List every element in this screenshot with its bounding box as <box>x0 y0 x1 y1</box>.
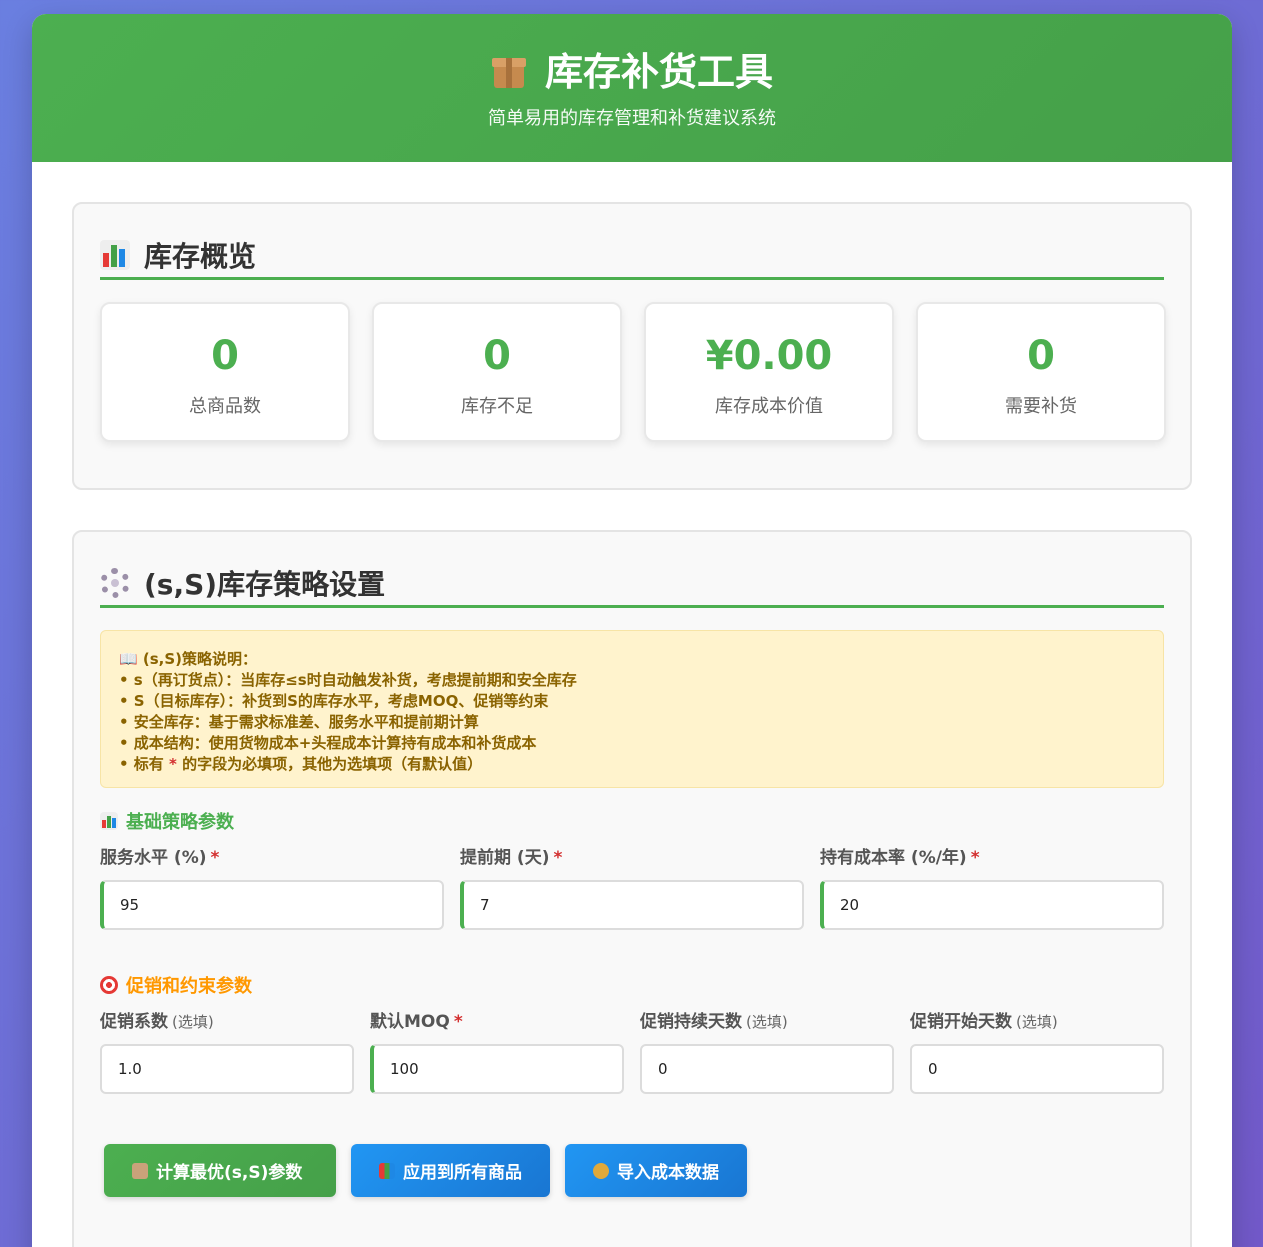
moq-input[interactable] <box>370 1044 624 1094</box>
overview-title: 库存概览 <box>100 232 1164 280</box>
promo-params-row: 促销系数(选填) 默认MOQ* 促销持续天数(选填) 促销开始天数(选填) <box>100 1010 1164 1094</box>
target-icon <box>100 976 118 994</box>
moq-field: 默认MOQ * <box>370 1010 624 1094</box>
promo-factor-label: 促销系数 (选填) <box>100 1010 354 1034</box>
promo-params-title: 促销和约束参数 <box>126 976 252 997</box>
stat-card-inventory-value: ¥0.00 库存成本价值 <box>644 302 894 442</box>
app-title-text: 库存补货工具 <box>544 50 773 94</box>
moq-label: 默认MOQ * <box>370 1010 624 1034</box>
stat-label: 需要补货 <box>1005 396 1077 417</box>
calculate-params-button[interactable]: 计算最优(s,S)参数 <box>104 1144 336 1197</box>
note-line: • 安全库存：基于需求标准差、服务水平和提前期计算 <box>119 713 479 731</box>
note-line: • 成本结构：使用货物成本+头程成本计算持有成本和补货成本 <box>119 734 537 752</box>
stat-card-total-products: 0 总商品数 <box>100 302 350 442</box>
promo-duration-field: 促销持续天数 (选填) <box>640 1010 894 1094</box>
stat-label: 库存不足 <box>461 396 533 417</box>
holding-cost-input[interactable] <box>820 880 1164 930</box>
stat-card-needs-restock: 0 需要补货 <box>916 302 1166 442</box>
basic-params-heading: 基础策略参数 <box>100 808 234 834</box>
promo-params-heading: 促销和约束参数 <box>100 972 252 998</box>
gear-icon <box>100 567 130 598</box>
service-level-input[interactable] <box>100 880 444 930</box>
money-bag-icon <box>593 1162 609 1179</box>
required-star: * <box>169 755 177 773</box>
stat-value: 0 <box>483 333 511 379</box>
strategy-title-text: (s,S)库存策略设置 <box>144 567 386 601</box>
promo-duration-label: 促销持续天数 (选填) <box>640 1010 894 1034</box>
app-title: 库存补货工具 <box>32 48 1232 96</box>
stat-label: 总商品数 <box>189 396 261 417</box>
stats-row: 0 总商品数 0 库存不足 ¥0.00 库存成本价值 0 需要补货 <box>100 302 1166 442</box>
basic-params-title: 基础策略参数 <box>126 812 234 833</box>
lead-time-label: 提前期 (天) * <box>460 846 804 870</box>
stat-label: 库存成本价值 <box>715 396 823 417</box>
lead-time-input[interactable] <box>460 880 804 930</box>
promo-start-label: 促销开始天数 (选填) <box>910 1010 1164 1034</box>
stat-value: 0 <box>211 333 239 379</box>
lead-time-field: 提前期 (天) * <box>460 846 804 930</box>
promo-start-input[interactable] <box>910 1044 1164 1094</box>
promo-start-field: 促销开始天数 (选填) <box>910 1010 1164 1094</box>
stat-value: 0 <box>1027 333 1055 379</box>
required-star: * <box>970 848 980 868</box>
label-text: 默认MOQ <box>370 1012 450 1032</box>
holding-cost-label: 持有成本率 (%/年) * <box>820 846 1164 870</box>
label-text: 促销持续天数 <box>640 1012 742 1032</box>
overview-title-text: 库存概览 <box>144 239 257 273</box>
package-icon <box>491 54 527 90</box>
required-star: * <box>553 848 563 868</box>
optional-text: (选填) <box>746 1013 788 1031</box>
service-level-label: 服务水平 (%) * <box>100 846 444 870</box>
note-text: • 标有 <box>119 755 170 773</box>
bar-chart-icon <box>379 1162 395 1179</box>
promo-duration-input[interactable] <box>640 1044 894 1094</box>
label-text: 持有成本率 (%/年) <box>820 848 967 868</box>
bar-chart-icon <box>100 239 130 270</box>
strategy-section: (s,S)库存策略设置 📖 (s,S)策略说明： • s（再订货点）：当库存≤s… <box>72 530 1192 1247</box>
button-label: 应用到所有商品 <box>403 1163 522 1183</box>
label-text: 提前期 (天) <box>460 848 550 868</box>
overview-section: 库存概览 0 总商品数 0 库存不足 ¥0.00 库存成本价值 0 需要补货 <box>72 202 1192 490</box>
stat-card-low-stock: 0 库存不足 <box>372 302 622 442</box>
optional-text: (选填) <box>172 1013 214 1031</box>
note-line: • s（再订货点）：当库存≤s时自动触发补货，考虑提前期和安全库存 <box>119 671 577 689</box>
app-container: 库存补货工具 简单易用的库存管理和补货建议系统 库存概览 0 总商品数 0 库存… <box>32 14 1232 1247</box>
note-line: • S（目标库存）：补货到S的库存水平，考虑MOQ、促销等约束 <box>119 692 549 710</box>
holding-cost-field: 持有成本率 (%/年) * <box>820 846 1164 930</box>
required-star: * <box>453 1012 463 1032</box>
basic-params-row: 服务水平 (%)* 提前期 (天)* 持有成本率 (%/年)* <box>100 846 1164 930</box>
note-line-required: • 标有 * 的字段为必填项，其他为选填项（有默认值） <box>119 754 1145 775</box>
app-subtitle: 简单易用的库存管理和补货建议系统 <box>488 108 776 129</box>
button-label: 计算最优(s,S)参数 <box>156 1163 303 1183</box>
label-text: 促销系数 <box>100 1012 168 1032</box>
button-label: 导入成本数据 <box>617 1163 719 1183</box>
service-level-field: 服务水平 (%) * <box>100 846 444 930</box>
required-star: * <box>210 848 220 868</box>
promo-factor-field: 促销系数 (选填) <box>100 1010 354 1094</box>
note-heading: 📖 (s,S)策略说明： <box>119 650 258 668</box>
stat-value: ¥0.00 <box>705 333 833 379</box>
import-cost-button[interactable]: 导入成本数据 <box>565 1144 747 1197</box>
label-text: 促销开始天数 <box>910 1012 1012 1032</box>
bar-chart-icon <box>100 812 118 830</box>
optional-text: (选填) <box>1016 1013 1058 1031</box>
strategy-title: (s,S)库存策略设置 <box>100 560 1164 608</box>
action-buttons: 计算最优(s,S)参数 应用到所有商品 导入成本数据 <box>104 1144 747 1197</box>
strategy-note: 📖 (s,S)策略说明： • s（再订货点）：当库存≤s时自动触发补货，考虑提前… <box>100 630 1164 788</box>
app-header: 库存补货工具 简单易用的库存管理和补货建议系统 <box>32 14 1232 162</box>
abacus-icon <box>132 1162 148 1179</box>
apply-all-button[interactable]: 应用到所有商品 <box>351 1144 550 1197</box>
promo-factor-input[interactable] <box>100 1044 354 1094</box>
label-text: 服务水平 (%) <box>100 848 207 868</box>
note-text: 的字段为必填项，其他为选填项（有默认值） <box>176 755 483 773</box>
